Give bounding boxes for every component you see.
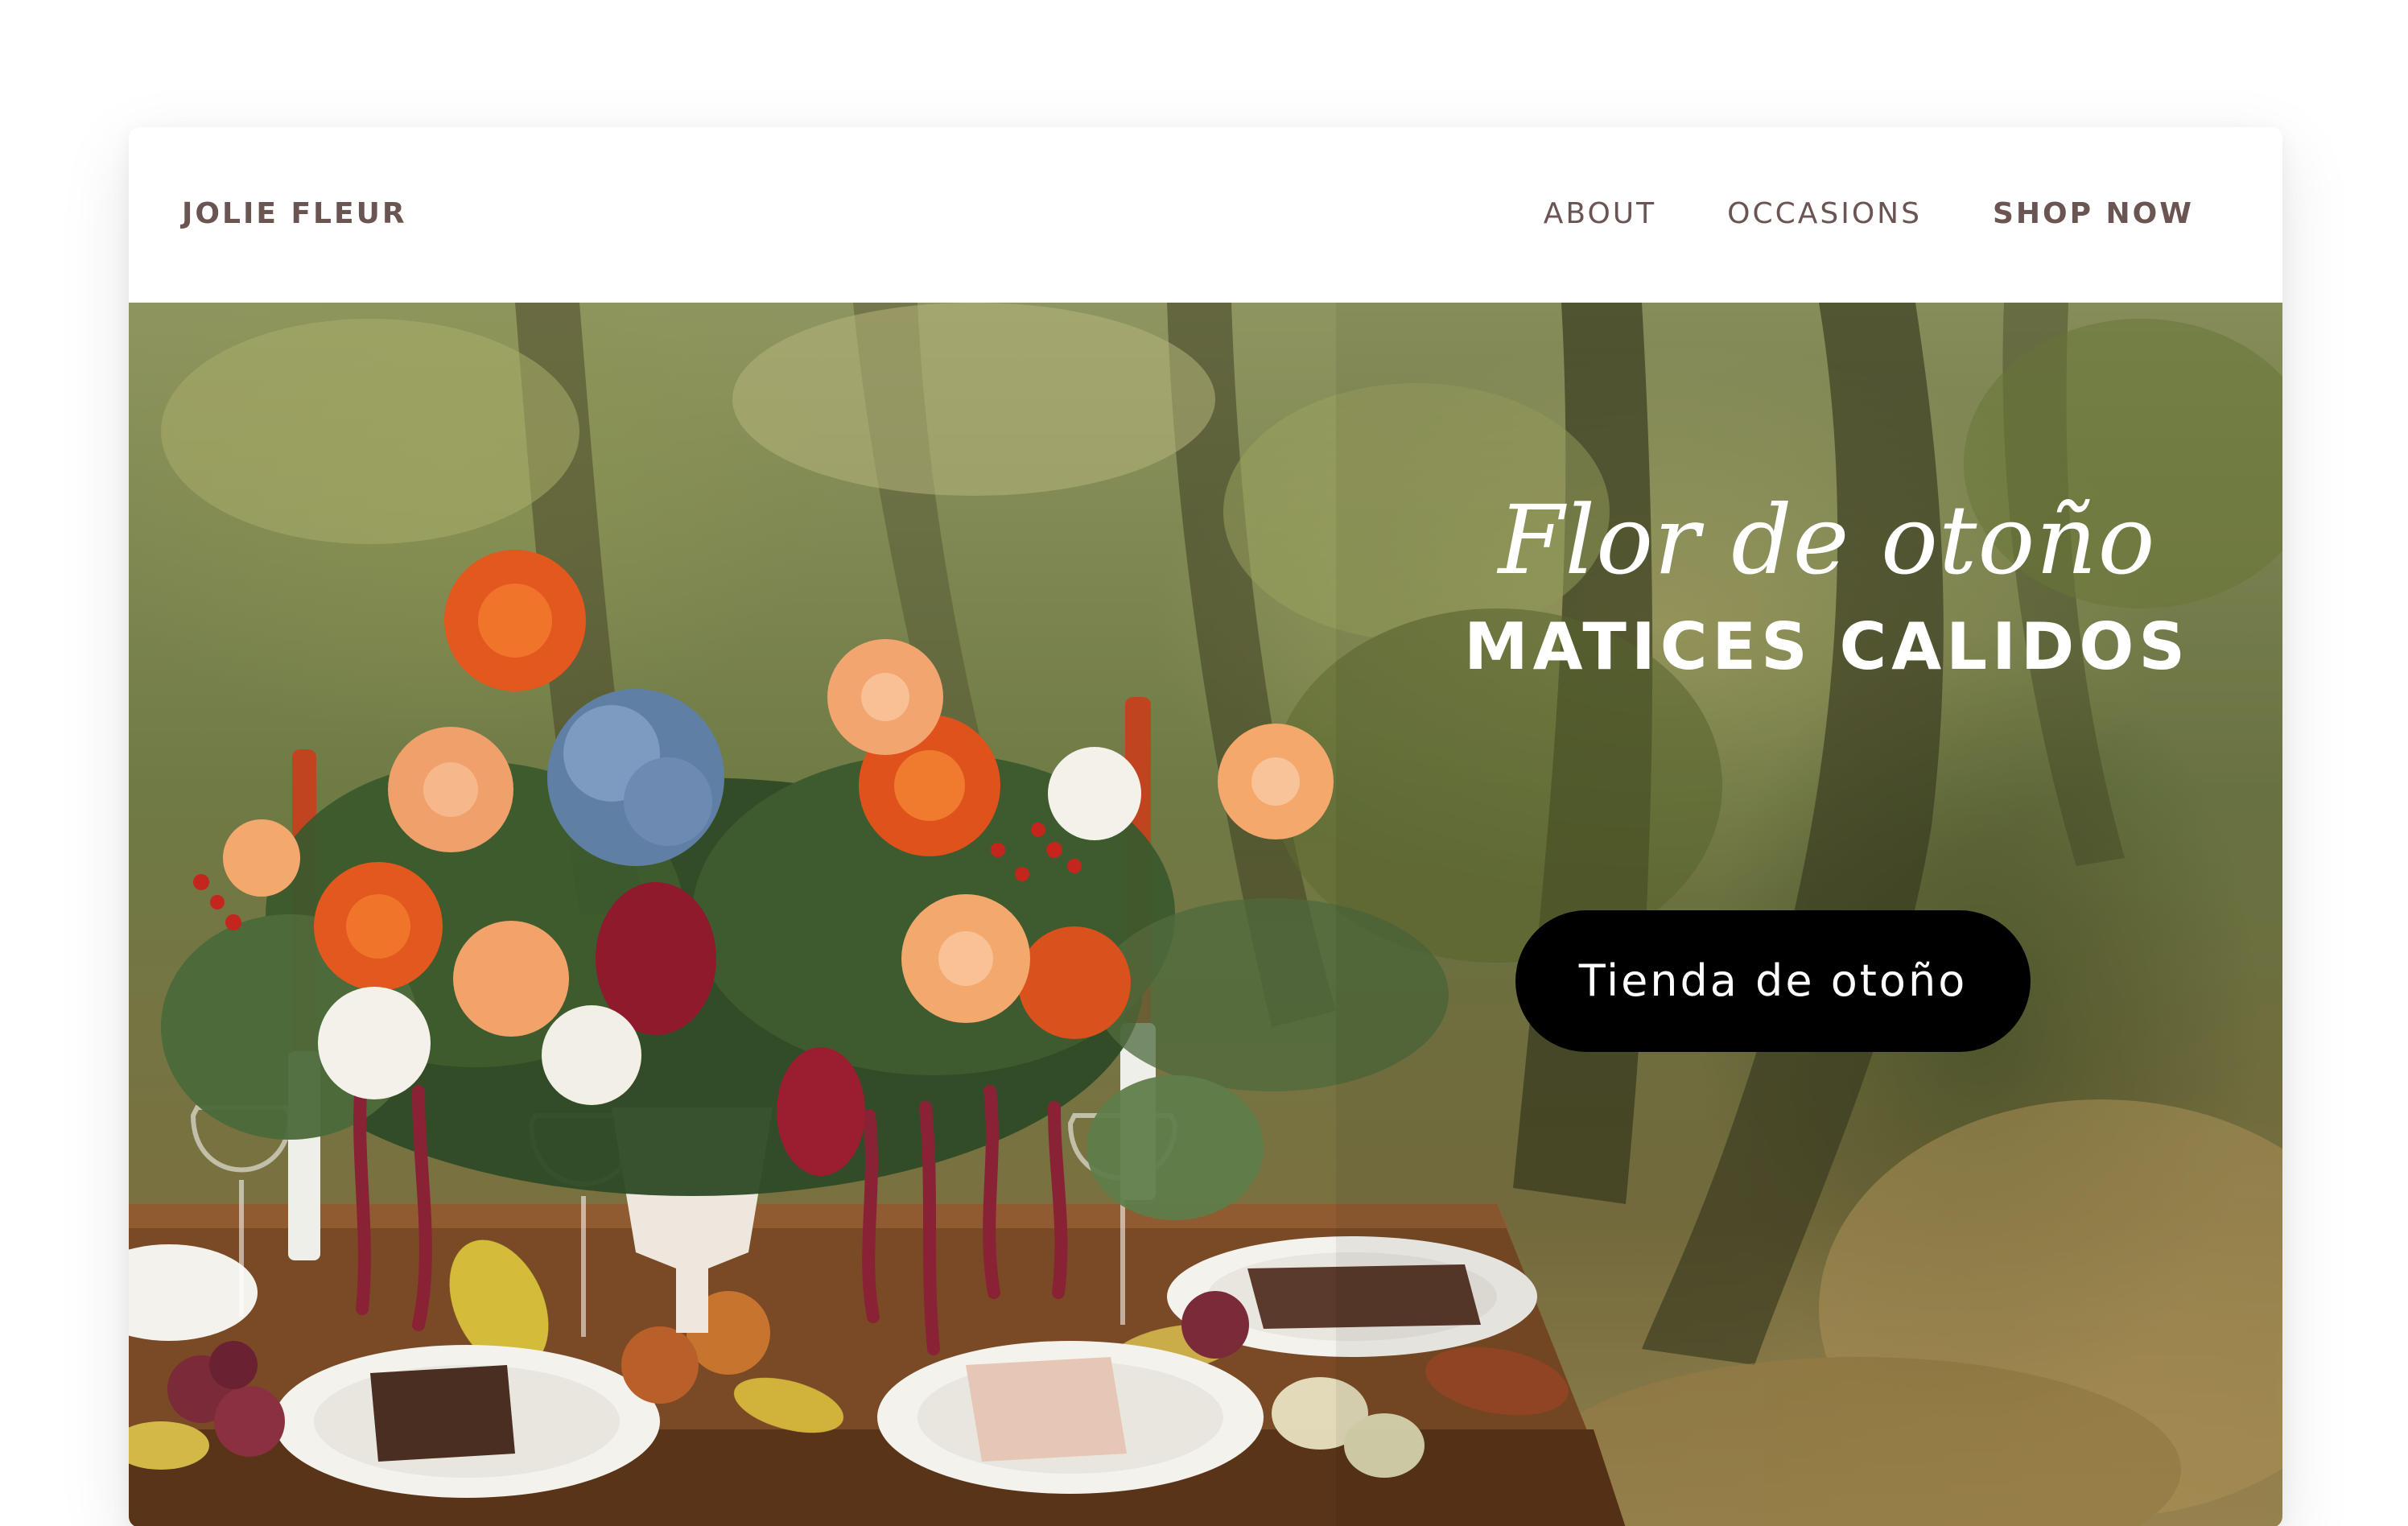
site-header: JOLIE FLEUR ABOUT OCCASIONS SHOP NOW <box>129 127 2282 303</box>
hero-headline: MATICES CALIDOS <box>1464 609 2190 684</box>
nav-link-about[interactable]: ABOUT <box>1544 196 1656 232</box>
page-backdrop: JOLIE FLEUR ABOUT OCCASIONS SHOP NOW Flo… <box>0 0 2408 1526</box>
main-nav: ABOUT OCCASIONS SHOP NOW <box>1544 196 2194 232</box>
nav-link-occasions[interactable]: OCCASIONS <box>1727 196 1922 232</box>
brand-logo[interactable]: JOLIE FLEUR <box>182 196 407 232</box>
website-card: JOLIE FLEUR ABOUT OCCASIONS SHOP NOW Flo… <box>129 127 2282 1526</box>
shop-autumn-button[interactable]: Tienda de otoño <box>1515 910 2031 1052</box>
hero-text-block: Flor de otoño MATICES CALIDOS <box>1384 480 2270 687</box>
hero-script-title: Flor de otoño <box>1498 485 2156 596</box>
hero-banner: Flor de otoño MATICES CALIDOS Tienda de … <box>129 303 2282 1526</box>
nav-link-shop-now[interactable]: SHOP NOW <box>1993 196 2194 232</box>
